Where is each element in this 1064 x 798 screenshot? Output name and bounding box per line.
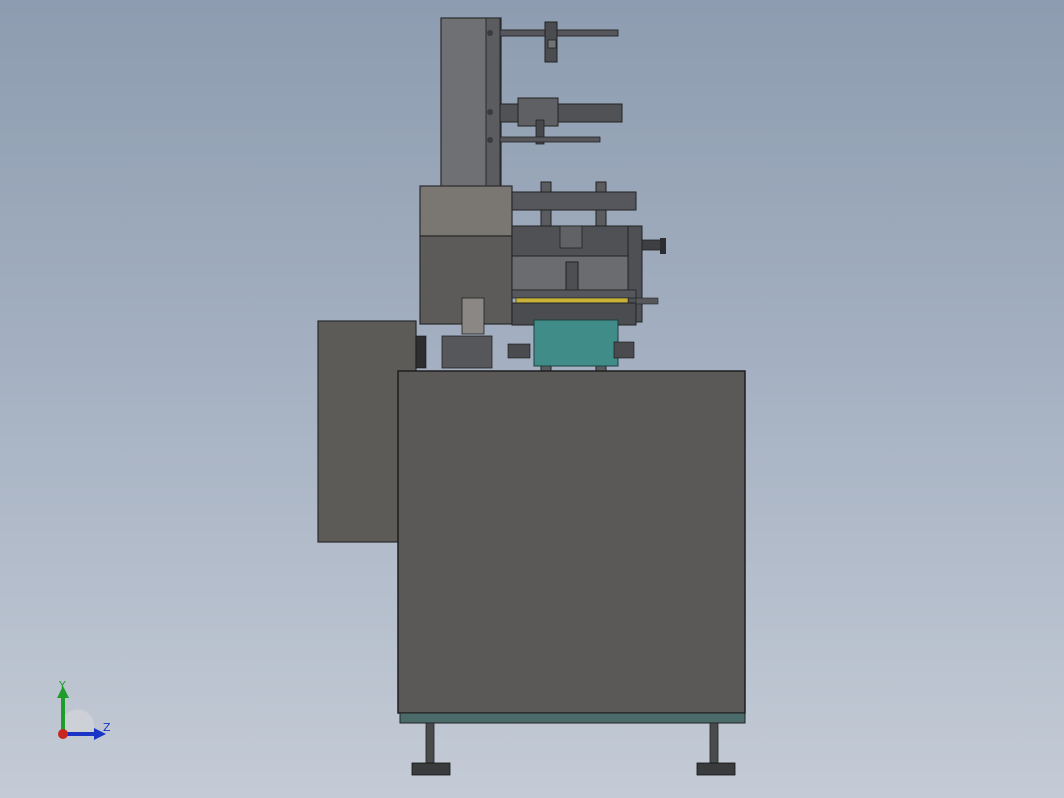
middle-roller-assembly (487, 97, 623, 145)
housing-box-upper (419, 185, 513, 237)
cad-viewport[interactable]: Y Z (0, 0, 1064, 798)
leveling-foot-right (696, 722, 736, 776)
triad-axes-icon (57, 686, 106, 740)
plate-side-rail (485, 17, 501, 189)
triad-y-label: Y (59, 679, 66, 692)
top-roller-assembly (487, 21, 619, 63)
main-cabinet (397, 370, 746, 714)
triad-z-label: Z (103, 721, 111, 734)
machine-model[interactable] (0, 0, 1064, 798)
leveling-foot-left (411, 722, 451, 776)
forming-roller-group (511, 191, 666, 337)
orientation-triad: Y Z (40, 676, 130, 756)
cabinet-base-rail (399, 712, 746, 724)
teal-mold-block (533, 319, 619, 367)
